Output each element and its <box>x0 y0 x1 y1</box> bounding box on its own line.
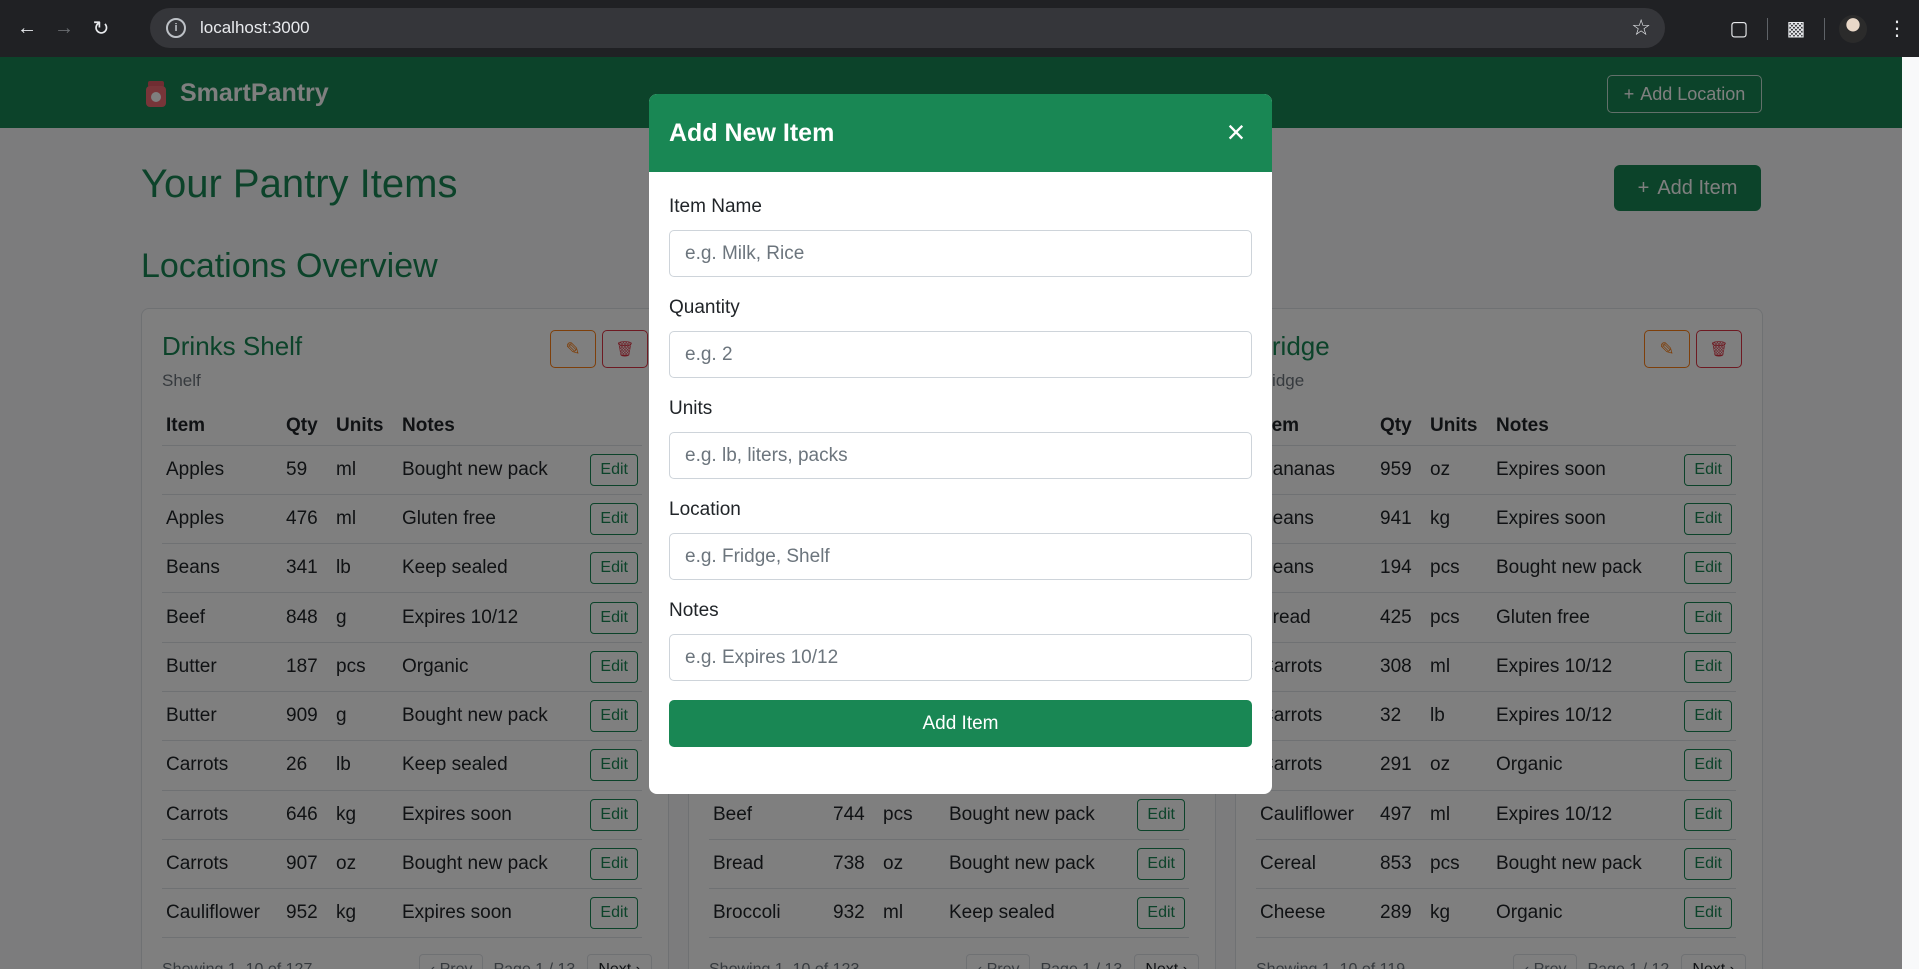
item-name-field: Item Name <box>669 196 1252 277</box>
modal-header: Add New Item × <box>649 94 1272 172</box>
notes-input[interactable] <box>669 634 1252 681</box>
item-name-input[interactable] <box>669 230 1252 277</box>
site-info-icon[interactable]: i <box>166 18 186 38</box>
close-icon[interactable]: × <box>1218 114 1254 150</box>
address-bar[interactable]: i localhost:3000 ☆ <box>150 8 1665 48</box>
address-url: localhost:3000 <box>200 18 310 37</box>
bookmark-star-icon[interactable]: ☆ <box>1631 15 1651 41</box>
quantity-field: Quantity <box>669 297 1252 378</box>
quantity-label: Quantity <box>669 297 740 318</box>
browser-actions: ▢ ▩ ⋮ <box>1717 0 1919 57</box>
more-menu-icon[interactable]: ⋮ <box>1875 9 1919 49</box>
modal-body: Item Name Quantity Units Location Notes … <box>649 172 1272 747</box>
toolbar-divider <box>1767 17 1768 40</box>
location-input[interactable] <box>669 533 1252 580</box>
tab-search-icon[interactable]: ▩ <box>1774 9 1818 49</box>
back-arrow-icon[interactable]: ← <box>9 11 45 47</box>
location-field: Location <box>669 499 1252 580</box>
profile-avatar[interactable] <box>1831 9 1875 49</box>
item-name-label: Item Name <box>669 196 762 217</box>
browser-toolbar: ← → ↻ i localhost:3000 ☆ ▢ ▩ ⋮ <box>0 0 1919 57</box>
submit-add-item-button[interactable]: Add Item <box>669 700 1252 747</box>
notes-label: Notes <box>669 600 719 621</box>
reload-icon[interactable]: ↻ <box>83 11 119 47</box>
toolbar-divider <box>1824 17 1825 40</box>
extensions-icon[interactable]: ▢ <box>1717 9 1761 49</box>
units-label: Units <box>669 398 713 419</box>
units-input[interactable] <box>669 432 1252 479</box>
location-label: Location <box>669 499 741 520</box>
quantity-input[interactable] <box>669 331 1252 378</box>
forward-arrow-icon[interactable]: → <box>46 11 82 47</box>
add-item-modal: Add New Item × Item Name Quantity Units … <box>649 94 1272 794</box>
modal-title: Add New Item <box>669 118 835 147</box>
notes-field: Notes <box>669 600 1252 681</box>
units-field: Units <box>669 398 1252 479</box>
